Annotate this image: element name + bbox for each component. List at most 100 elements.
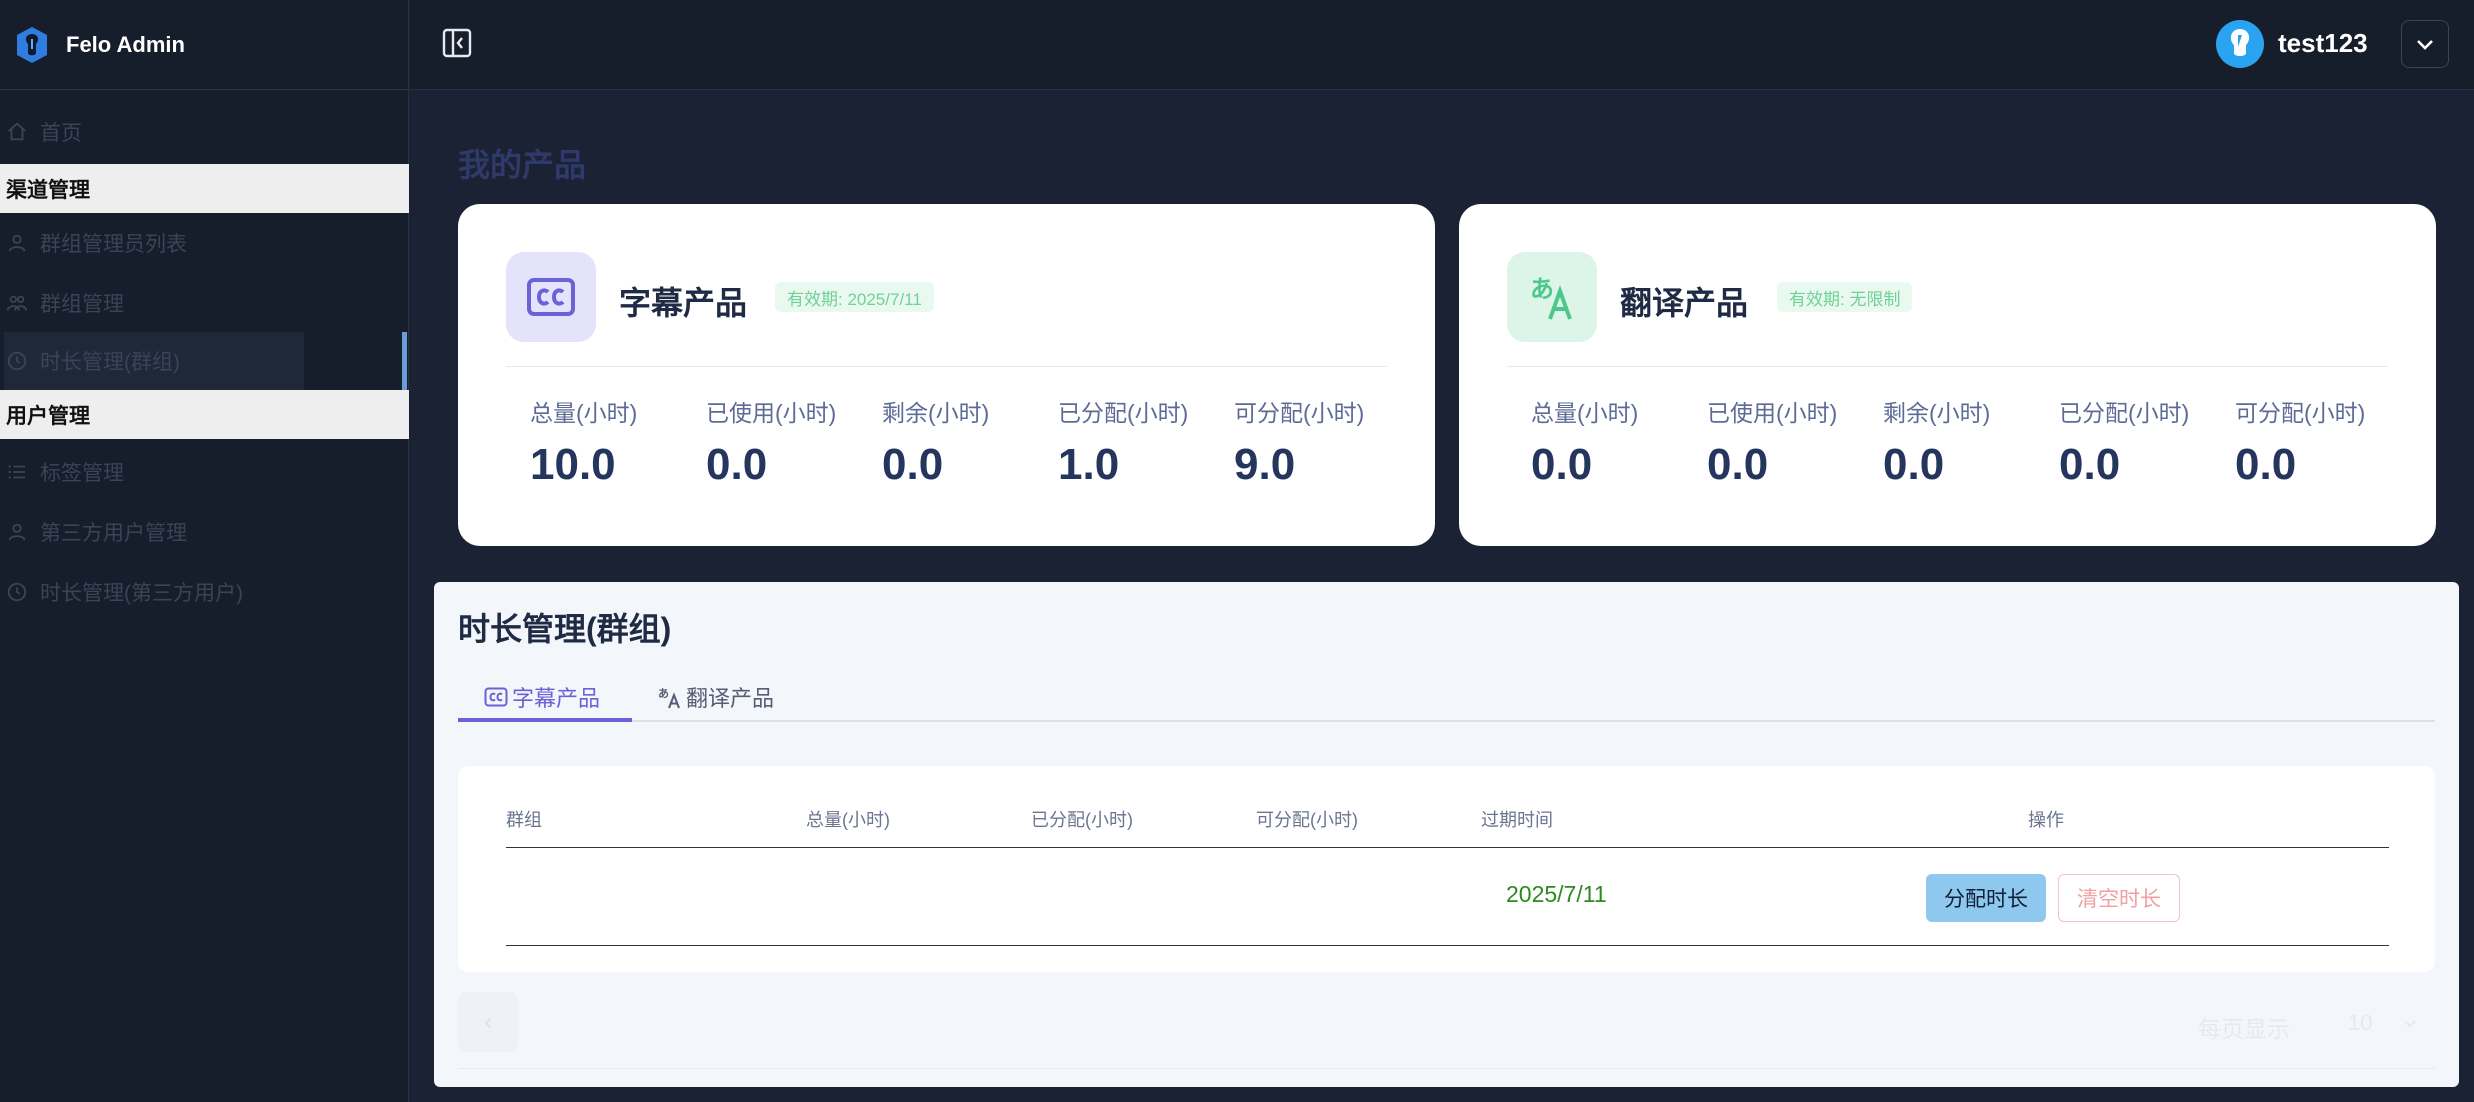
stat-assigned: 已分配(小时) 1.0 (1058, 394, 1234, 490)
stat-label: 总量(小时) (530, 400, 638, 426)
sidebar-item-label: 群组管理员列表 (40, 233, 187, 256)
translate-icon: あ (658, 687, 680, 709)
stat-value: 0.0 (882, 440, 944, 489)
sidebar-active-indicator (402, 332, 407, 390)
stat-available: 可分配(小时) 9.0 (1234, 394, 1410, 490)
validity-badge: 有效期: 2025/7/11 (775, 282, 934, 312)
sidebar-item-label: 群组管理 (40, 293, 124, 316)
card-divider (1507, 366, 2388, 367)
svg-text:あ: あ (1530, 275, 1554, 303)
assign-duration-button[interactable]: 分配时长 (1926, 874, 2046, 922)
pagination: ‹ 每页显示 10 (458, 992, 2435, 1069)
table-row-divider (506, 945, 2389, 946)
product-icon-box: あ (1507, 252, 1597, 342)
tab-label: 字幕产品 (512, 686, 601, 711)
topbar: test123 (410, 0, 2474, 90)
stat-used: 已使用(小时) 0.0 (706, 394, 882, 490)
per-page-select[interactable]: 10 (2348, 1006, 2418, 1040)
product-card-translation: あ 翻译产品 有效期: 无限制 总量(小时) 0.0 已使用(小时) 0.0 剩余(… (1459, 204, 2436, 546)
validity-badge: 有效期: 无限制 (1777, 282, 1913, 312)
avatar[interactable] (2216, 20, 2264, 68)
stat-value: 0.0 (2235, 440, 2297, 489)
cc-icon (527, 278, 575, 316)
column-header-actions: 操作 (2028, 810, 2064, 830)
stat-label: 总量(小时) (1531, 400, 1639, 426)
stat-value: 0.0 (706, 440, 768, 489)
product-card-subtitle: 字幕产品 有效期: 2025/7/11 总量(小时) 10.0 已使用(小时) 0.… (458, 204, 1435, 546)
active-tab-underline (458, 718, 632, 722)
stat-value: 0.0 (1883, 440, 1945, 489)
stat-remaining: 剩余(小时) 0.0 (882, 394, 1058, 490)
clock-icon (7, 582, 27, 602)
duration-panel: 时长管理(群组) 字幕产品 あ 翻译产品 群组 总量(小时) 已分配(小时) 可… (434, 582, 2459, 1087)
stat-total: 总量(小时) 0.0 (1531, 394, 1707, 490)
stat-label: 已分配(小时) (2059, 400, 2190, 426)
sidebar-item-third-party-users[interactable]: 第三方用户管理 (0, 507, 187, 557)
sidebar-section-channel: 渠道管理 (0, 164, 409, 213)
stat-label: 已使用(小时) (706, 400, 837, 426)
sidebar-item-label: 时长管理(第三方用户) (40, 582, 243, 605)
brand-name: Felo Admin (66, 31, 185, 57)
sidebar-item-label: 时长管理(群组) (40, 351, 180, 374)
stat-value: 9.0 (1234, 440, 1296, 489)
sidebar-toggle-icon[interactable] (442, 28, 472, 58)
user-icon (8, 234, 26, 252)
per-page-label: 每页显示 (2198, 1016, 2290, 1042)
product-name: 字幕产品 (619, 285, 748, 321)
user-menu-button[interactable] (2401, 20, 2449, 68)
sidebar-item-label: 第三方用户管理 (40, 522, 187, 545)
tab-subtitle[interactable]: 字幕产品 (484, 672, 600, 722)
column-header-total: 总量(小时) (806, 810, 890, 830)
home-icon (8, 122, 26, 141)
column-header-assigned: 已分配(小时) (1031, 810, 1133, 830)
user-icon (8, 523, 26, 541)
stat-remaining: 剩余(小时) 0.0 (1883, 394, 2059, 490)
translate-icon: あ (1530, 275, 1572, 320)
page-title: 我的产品 (458, 147, 587, 183)
stat-label: 可分配(小时) (2235, 400, 2366, 426)
sidebar-item-label: 首页 (40, 122, 82, 145)
product-icon-box (506, 252, 596, 342)
product-name: 翻译产品 (1620, 285, 1749, 321)
card-divider (506, 366, 1387, 367)
stat-label: 可分配(小时) (1234, 400, 1365, 426)
stat-used: 已使用(小时) 0.0 (1707, 394, 1883, 490)
sidebar-item-group-duration[interactable]: 时长管理(群组) (0, 336, 180, 386)
prev-page-button[interactable]: ‹ (458, 992, 518, 1052)
product-tabs: 字幕产品 あ 翻译产品 (458, 672, 2435, 722)
column-header-available: 可分配(小时) (1256, 810, 1358, 830)
sidebar-section-users: 用户管理 (0, 390, 409, 439)
column-header-group: 群组 (506, 810, 542, 830)
stat-value: 10.0 (530, 440, 616, 489)
clock-icon (7, 351, 27, 371)
stat-label: 已分配(小时) (1058, 400, 1189, 426)
sidebar: Felo Admin 首页 渠道管理 群组管理员列表 群组管理 时长管理(群组)… (0, 0, 409, 1102)
duration-table: 群组 总量(小时) 已分配(小时) 可分配(小时) 过期时间 操作 2025/7… (458, 766, 2435, 972)
stat-total: 总量(小时) 10.0 (530, 394, 706, 490)
stat-value: 1.0 (1058, 440, 1120, 489)
panel-title: 时长管理(群组) (458, 611, 672, 647)
stat-label: 已使用(小时) (1707, 400, 1838, 426)
table-header-divider (506, 847, 2389, 848)
brand[interactable]: Felo Admin (0, 0, 408, 90)
pagination-divider (458, 1068, 2435, 1069)
sidebar-item-home[interactable]: 首页 (0, 107, 82, 157)
stat-available: 可分配(小时) 0.0 (2235, 394, 2411, 490)
stat-value: 0.0 (1531, 440, 1593, 489)
cc-icon (484, 687, 508, 707)
stat-label: 剩余(小时) (1883, 400, 1991, 426)
column-header-expire: 过期时间 (1481, 810, 1553, 830)
sidebar-item-third-party-duration[interactable]: 时长管理(第三方用户) (0, 567, 243, 617)
stat-assigned: 已分配(小时) 0.0 (2059, 394, 2235, 490)
sidebar-item-groups[interactable]: 群组管理 (0, 278, 124, 328)
group-icon (6, 295, 28, 311)
clear-duration-button[interactable]: 清空时长 (2058, 874, 2180, 922)
chevron-down-icon (2404, 1020, 2416, 1028)
tab-label: 翻译产品 (686, 686, 775, 711)
sidebar-item-group-admins[interactable]: 群组管理员列表 (0, 218, 187, 268)
username[interactable]: test123 (2278, 28, 2368, 59)
tab-translation[interactable]: あ 翻译产品 (658, 672, 774, 722)
sidebar-item-tags[interactable]: 标签管理 (0, 447, 124, 497)
chevron-down-icon (2417, 40, 2433, 50)
stat-value: 0.0 (1707, 440, 1769, 489)
